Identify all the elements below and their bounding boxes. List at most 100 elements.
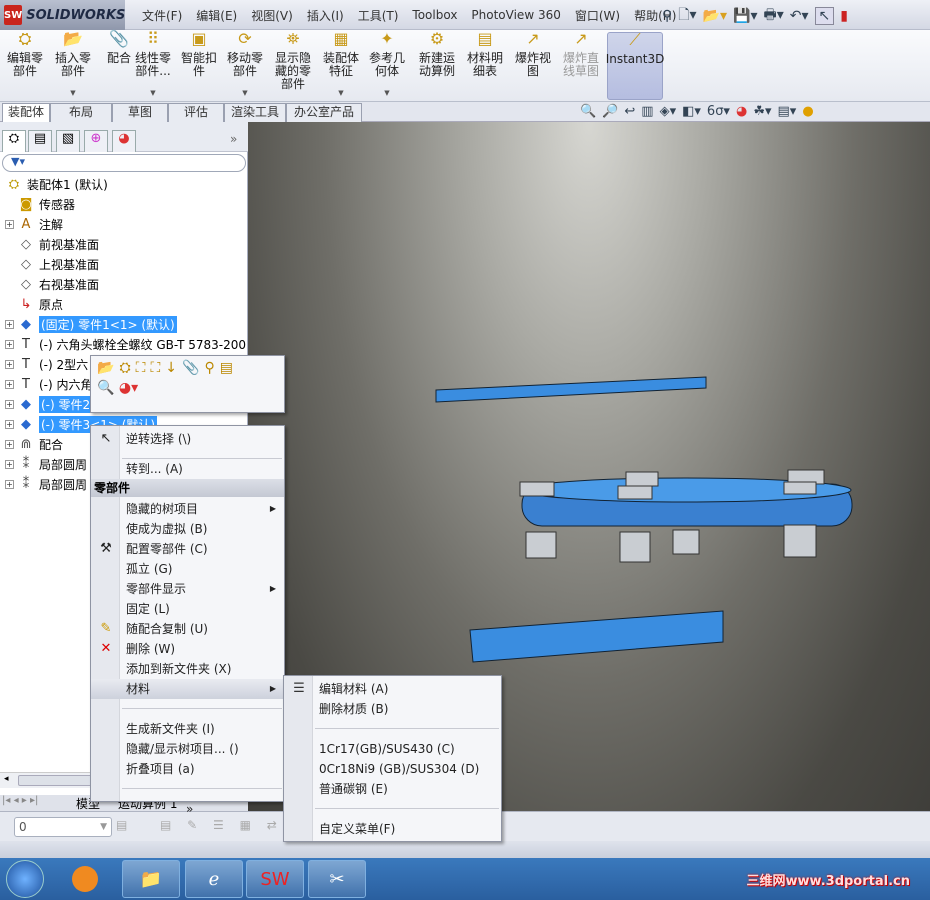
view-orientation-icon[interactable]: ◈▾ bbox=[660, 104, 677, 119]
command-instant3d[interactable]: ⟋ Instant3D bbox=[606, 32, 664, 100]
solidworks-taskbar-icon[interactable]: SW bbox=[246, 860, 304, 898]
command-explode-view[interactable]: ↗ 爆炸视图 bbox=[510, 31, 556, 100]
menu-item[interactable]: 添加到新文件夹 (X) bbox=[91, 659, 284, 679]
expand-icon[interactable]: + bbox=[5, 379, 14, 389]
print-icon[interactable]: 🖶▾ bbox=[764, 4, 784, 28]
line-format-icons[interactable]: ▤ ✎ ☰ ▦ ⇄ bbox=[160, 818, 283, 832]
tab-5[interactable]: 办公室产品 bbox=[286, 103, 362, 122]
tab-2[interactable]: 草图 bbox=[112, 103, 168, 122]
snipping-tool-taskbar-icon[interactable]: ✂ bbox=[308, 860, 366, 898]
command-reference-geometry[interactable]: ✦ 参考几何体 ▼ bbox=[364, 31, 410, 100]
previous-view-icon[interactable]: ↩ bbox=[624, 104, 635, 119]
menu-item[interactable]: 文件(F) bbox=[135, 7, 189, 24]
menu-item[interactable]: 零部件显示 ▶ bbox=[91, 579, 284, 599]
tree-item[interactable]: ◇ 前视基准面 bbox=[0, 234, 99, 254]
chevron-down-icon[interactable]: ▼ bbox=[150, 87, 155, 100]
menu-item[interactable]: ⚒ 配置零部件 (C) bbox=[91, 539, 284, 559]
menu-item[interactable]: 编辑(E) bbox=[189, 7, 244, 24]
open-icon[interactable]: 📂▾ bbox=[703, 8, 727, 24]
tree-item[interactable]: + ⁑ 局部圆周 bbox=[0, 454, 87, 474]
apply-scene-icon[interactable]: ☘▾ bbox=[753, 104, 771, 119]
ie-taskbar-icon[interactable]: ℯ bbox=[185, 860, 243, 898]
context-toolbar-row1[interactable]: 📂⛭⛶⛶↓📎⚲▤ bbox=[91, 356, 284, 380]
menu-item[interactable]: 隐藏的树项目 ▶ bbox=[91, 499, 284, 519]
menu-item[interactable]: 生成新文件夹 (I) bbox=[91, 719, 284, 739]
chevron-down-icon[interactable]: ▼ bbox=[70, 87, 75, 100]
menu-item[interactable]: 1Cr17(GB)/SUS430 (C) bbox=[284, 739, 501, 759]
menu-item[interactable]: 删除材质 (B) bbox=[284, 699, 501, 719]
smart-mate-icon[interactable]: ⚲ bbox=[204, 360, 219, 376]
command-show-hidden[interactable]: ⛯ 显示隐藏的零部件 bbox=[270, 31, 316, 100]
command-bom[interactable]: ▤ 材料明细表 bbox=[462, 31, 508, 100]
menu-item[interactable]: 转到... (A) bbox=[91, 459, 284, 479]
tab-scroll-arrows-icon[interactable]: |◂ ◂ ▸ ▸| bbox=[2, 795, 38, 806]
edit-appearance-icon[interactable]: ◕ bbox=[736, 104, 747, 119]
solidworks-logo[interactable]: SW SOLIDWORKS bbox=[0, 0, 125, 30]
property-manager-tab-icon[interactable]: ▤ bbox=[28, 130, 52, 152]
menu-item[interactable]: 视图(V) bbox=[244, 7, 300, 24]
menu-item[interactable]: PhotoView 360 bbox=[464, 8, 567, 22]
pin-icon[interactable]: ⚲ bbox=[662, 8, 672, 24]
tree-item[interactable]: ↳ 原点 bbox=[0, 294, 63, 314]
expand-icon[interactable]: + bbox=[5, 219, 14, 229]
expand-icon[interactable]: + bbox=[5, 339, 14, 349]
tree-item[interactable]: + T (-) 2型六 bbox=[0, 354, 88, 374]
properties-icon[interactable]: ▤ bbox=[220, 360, 238, 376]
media-player-icon[interactable] bbox=[72, 866, 98, 892]
command-assembly-feature[interactable]: ▦ 装配体特征 ▼ bbox=[318, 31, 364, 100]
layer-properties-icon[interactable]: ▤ bbox=[116, 818, 127, 832]
zoom-to-fit-icon[interactable]: 🔍 bbox=[580, 104, 596, 119]
tab-0[interactable]: 装配体 bbox=[2, 103, 50, 122]
sort-icon[interactable]: ↓ bbox=[165, 360, 182, 376]
scroll-left-icon[interactable]: ◂ bbox=[4, 774, 9, 784]
menu-item[interactable]: 固定 (L) bbox=[91, 599, 284, 619]
expand-icon[interactable]: + bbox=[5, 359, 14, 369]
explorer-taskbar-icon[interactable]: 📁 bbox=[122, 860, 180, 898]
menu-item[interactable]: ↖ 逆转选择 (\) bbox=[91, 429, 284, 449]
open-part-icon[interactable]: 📂 bbox=[97, 360, 119, 376]
expand-icon[interactable]: + bbox=[5, 319, 14, 329]
command-smart-fastener[interactable]: ▣ 智能扣件 bbox=[176, 31, 222, 100]
appearance-icon[interactable]: ◕▾ bbox=[119, 380, 138, 396]
tree-item[interactable]: + ◆ (固定) 零件1<1> (默认) bbox=[0, 314, 177, 334]
tree-item[interactable]: + T (-) 六角头螺栓全螺纹 GB-T 5783-200 bbox=[0, 334, 246, 354]
realview-icon[interactable]: ● bbox=[802, 104, 813, 119]
expand-icon[interactable]: + bbox=[5, 439, 14, 449]
expand-icon[interactable]: + bbox=[5, 459, 14, 469]
zoom-to-area-icon[interactable]: 🔎 bbox=[602, 104, 618, 119]
tree-item[interactable]: + A 注解 bbox=[0, 214, 63, 234]
section-view-icon[interactable]: ▥ bbox=[641, 104, 653, 119]
menu-item[interactable]: 自定义菜单(F) bbox=[284, 819, 501, 839]
start-button-icon[interactable] bbox=[6, 860, 44, 898]
command-motion-study[interactable]: ⚙ 新建运动算例 bbox=[414, 31, 460, 100]
menu-item[interactable]: 材料 ▶ bbox=[91, 679, 284, 699]
display-style-icon[interactable]: ◧▾ bbox=[682, 104, 701, 119]
menu-item[interactable]: 窗口(W) bbox=[568, 7, 627, 24]
tree-item[interactable]: ◇ 上视基准面 bbox=[0, 254, 99, 274]
tree-item[interactable]: ◙ 传感器 bbox=[0, 194, 75, 214]
tree-item[interactable]: + ⋒ 配合 bbox=[0, 434, 63, 454]
tree-item[interactable]: ⛭ 装配体1 (默认) bbox=[0, 174, 108, 194]
chevron-down-icon[interactable]: ▼ bbox=[384, 87, 389, 100]
new-document-icon[interactable]: 🗋▾ bbox=[678, 4, 696, 28]
mate-icon[interactable]: 📎 bbox=[182, 360, 204, 376]
expand-icon[interactable]: + bbox=[5, 399, 14, 409]
select-icon[interactable]: ↖ bbox=[814, 7, 835, 25]
menu-item[interactable]: 普通碳钢 (E) bbox=[284, 779, 501, 799]
view-settings-icon[interactable]: ▤▾ bbox=[778, 104, 797, 119]
chevron-down-icon[interactable]: ▼ bbox=[338, 87, 343, 100]
display-manager-tab-icon[interactable]: ◕ bbox=[112, 130, 136, 152]
undo-icon[interactable]: ↶▾ bbox=[790, 8, 809, 24]
expand-menu-button[interactable]: » bbox=[91, 799, 284, 819]
menu-item[interactable]: ✕ 删除 (W) bbox=[91, 639, 284, 659]
menu-item[interactable]: 折叠项目 (a) bbox=[91, 759, 284, 779]
tab-4[interactable]: 渲染工具 bbox=[224, 103, 286, 122]
tree-item[interactable]: + T (-) 内六角 bbox=[0, 374, 93, 394]
menu-item[interactable]: ✎ 随配合复制 (U) bbox=[91, 619, 284, 639]
menu-item[interactable]: ☰ 编辑材料 (A) bbox=[284, 679, 501, 699]
menu-item[interactable]: 隐藏/显示树项目... () bbox=[91, 739, 284, 759]
menu-item[interactable]: 工具(T) bbox=[351, 7, 406, 24]
tab-1[interactable]: 布局 bbox=[50, 103, 112, 122]
command-move-component[interactable]: ⟳ 移动零部件 ▼ bbox=[222, 31, 268, 100]
expand-panel-icon[interactable]: » bbox=[230, 132, 237, 146]
